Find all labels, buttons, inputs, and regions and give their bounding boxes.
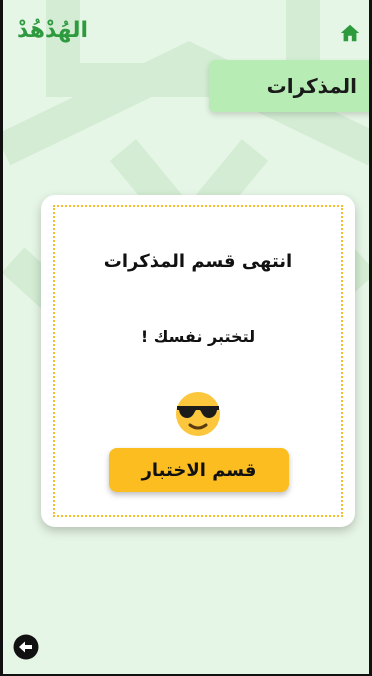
test-prompt: لتختبر نفسك ! <box>140 327 256 346</box>
back-arrow-icon[interactable] <box>13 634 39 660</box>
home-icon[interactable] <box>339 22 361 44</box>
section-title: المذكرات <box>266 74 357 98</box>
quiz-section-button[interactable]: قسم الاختبار <box>109 448 289 492</box>
completion-card: انتهى قسم المذكرات لتختبر نفسك ! قسم الا… <box>41 195 355 527</box>
completion-message: انتهى قسم المذكرات <box>103 251 293 272</box>
sunglasses-face-icon <box>176 392 220 436</box>
app-title: الهُدْهُدْ <box>17 18 88 43</box>
section-header: المذكرات <box>209 60 369 112</box>
app-screen: الهُدْهُدْ المذكرات انتهى قسم المذكرات ل… <box>0 0 372 676</box>
